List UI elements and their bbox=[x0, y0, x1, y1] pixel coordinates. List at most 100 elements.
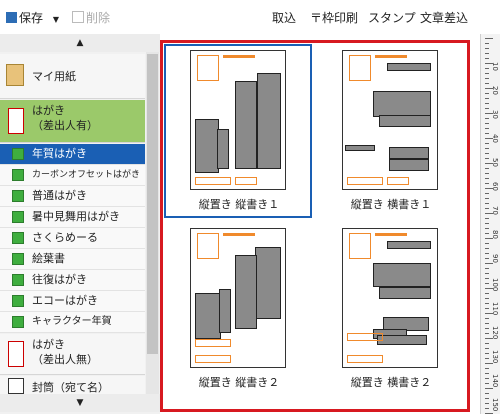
ruler-tick bbox=[485, 168, 489, 169]
ruler-tick bbox=[485, 398, 489, 399]
postal-code-area bbox=[375, 55, 407, 58]
ruler-tick bbox=[485, 58, 489, 59]
ruler-tick bbox=[485, 148, 489, 149]
postcard-icon bbox=[8, 108, 24, 134]
check-box-icon bbox=[12, 295, 24, 307]
ruler-tick bbox=[485, 108, 489, 109]
ruler-number: 140 bbox=[491, 374, 499, 388]
postcard-item[interactable]: カーボンオフセットはがき bbox=[0, 165, 145, 186]
scroll-down-button[interactable]: ▼ bbox=[0, 394, 160, 412]
ruler-tick bbox=[485, 348, 489, 349]
ruler-tick bbox=[485, 318, 489, 319]
ruler-tick bbox=[485, 53, 489, 54]
postcard-item[interactable]: 普通はがき bbox=[0, 186, 145, 207]
postcard-item[interactable]: 暑中見舞用はがき bbox=[0, 207, 145, 228]
text-box bbox=[195, 119, 219, 173]
ruler-number: 70 bbox=[491, 206, 499, 215]
template-label: 縦置き 縦書き２ bbox=[198, 376, 280, 389]
dropdown-arrow-icon[interactable]: ▼ bbox=[53, 15, 59, 24]
stamp-area bbox=[349, 233, 371, 259]
save-button[interactable]: 保存 ▼ bbox=[6, 9, 59, 26]
ruler-number: 110 bbox=[491, 302, 499, 316]
ruler-tick bbox=[485, 38, 493, 39]
postal-code-area bbox=[223, 55, 255, 58]
template-thumbnail bbox=[342, 228, 438, 368]
ruler-tick bbox=[485, 133, 489, 134]
ruler-number: 40 bbox=[491, 134, 499, 143]
sender-area bbox=[387, 177, 409, 185]
ruler-tick bbox=[485, 68, 489, 69]
ruler-tick bbox=[485, 178, 489, 179]
postcard-item[interactable]: エコーはがき bbox=[0, 291, 145, 312]
ruler-tick bbox=[485, 403, 489, 404]
text-box bbox=[255, 247, 281, 319]
ruler-number: 90 bbox=[491, 254, 499, 263]
ruler-tick bbox=[485, 308, 489, 309]
category-postcard-with-sender[interactable]: はがき （差出人有） bbox=[0, 100, 145, 143]
ruler-tick bbox=[485, 263, 493, 264]
toolbar: 保存 ▼ 削除 取込 〒枠印刷 スタンプ 文章差込 bbox=[0, 0, 500, 34]
check-box-icon bbox=[12, 274, 24, 286]
check-box-icon bbox=[12, 190, 24, 202]
save-icon bbox=[6, 12, 17, 23]
postcard-item[interactable]: 絵葉書 bbox=[0, 249, 145, 270]
template-thumbnail bbox=[342, 50, 438, 190]
postcard-item[interactable]: キャラクター年賀 bbox=[0, 312, 145, 333]
ruler-number: 120 bbox=[491, 326, 499, 340]
ruler-tick bbox=[485, 83, 489, 84]
postcard-item[interactable]: 往復はがき bbox=[0, 270, 145, 291]
scroll-up-button[interactable]: ▲ bbox=[0, 34, 160, 52]
ruler-tick bbox=[485, 183, 489, 184]
stamp-area bbox=[197, 55, 219, 81]
postcard-item[interactable]: 年賀はがき bbox=[0, 144, 145, 165]
vertical-ruler: 10 20 30 40 50 60 70 80 90 100 110 120 130 140 150 bbox=[480, 34, 500, 414]
text-box bbox=[389, 159, 429, 171]
ruler-tick bbox=[485, 43, 489, 44]
sender-area bbox=[347, 177, 383, 185]
ruler-tick bbox=[485, 283, 489, 284]
frame-print-button[interactable]: 〒枠印刷 bbox=[310, 9, 358, 26]
sender-area bbox=[195, 177, 231, 185]
ruler-tick bbox=[485, 98, 489, 99]
text-box bbox=[235, 81, 257, 169]
sender-area bbox=[347, 355, 383, 363]
text-box bbox=[373, 263, 431, 287]
stamp-button[interactable]: スタンプ bbox=[368, 9, 416, 26]
envelope-icon bbox=[8, 378, 24, 394]
stamp-area bbox=[197, 233, 219, 259]
ruler-tick bbox=[485, 383, 489, 384]
text-box bbox=[377, 335, 427, 345]
postcard-item[interactable]: さくらめーる bbox=[0, 228, 145, 249]
check-box-icon bbox=[12, 148, 24, 160]
ruler-tick bbox=[485, 278, 489, 279]
sender-area bbox=[347, 333, 383, 341]
text-insert-button[interactable]: 文章差込 bbox=[420, 9, 468, 26]
ruler-tick bbox=[485, 228, 489, 229]
ruler-tick bbox=[485, 293, 489, 294]
text-box bbox=[235, 255, 257, 329]
ruler-tick bbox=[485, 233, 489, 234]
template-thumbnail bbox=[190, 228, 286, 368]
sidebar-scrollbar-thumb[interactable] bbox=[147, 54, 158, 354]
ruler-tick bbox=[485, 358, 489, 359]
text-box bbox=[217, 129, 229, 169]
ruler-tick bbox=[485, 243, 489, 244]
ruler-number: 20 bbox=[491, 86, 499, 95]
check-box-icon bbox=[12, 211, 24, 223]
import-button[interactable]: 取込 bbox=[272, 9, 296, 26]
postcard-icon bbox=[8, 341, 24, 367]
ruler-number: 100 bbox=[491, 278, 499, 292]
ruler-tick bbox=[485, 353, 489, 354]
ruler-tick bbox=[485, 78, 489, 79]
ruler-tick bbox=[485, 333, 489, 334]
check-box-icon bbox=[12, 316, 24, 328]
ruler-tick bbox=[485, 388, 493, 389]
ruler-number: 10 bbox=[491, 62, 499, 71]
ruler-tick bbox=[485, 48, 489, 49]
category-my-paper[interactable]: マイ用紙 bbox=[0, 54, 145, 99]
ruler-number: 30 bbox=[491, 110, 499, 119]
category-postcard-no-sender[interactable]: はがき （差出人無） bbox=[0, 334, 145, 375]
ruler-tick bbox=[485, 268, 489, 269]
delete-button[interactable]: 削除 bbox=[72, 9, 110, 26]
ruler-tick bbox=[485, 218, 489, 219]
